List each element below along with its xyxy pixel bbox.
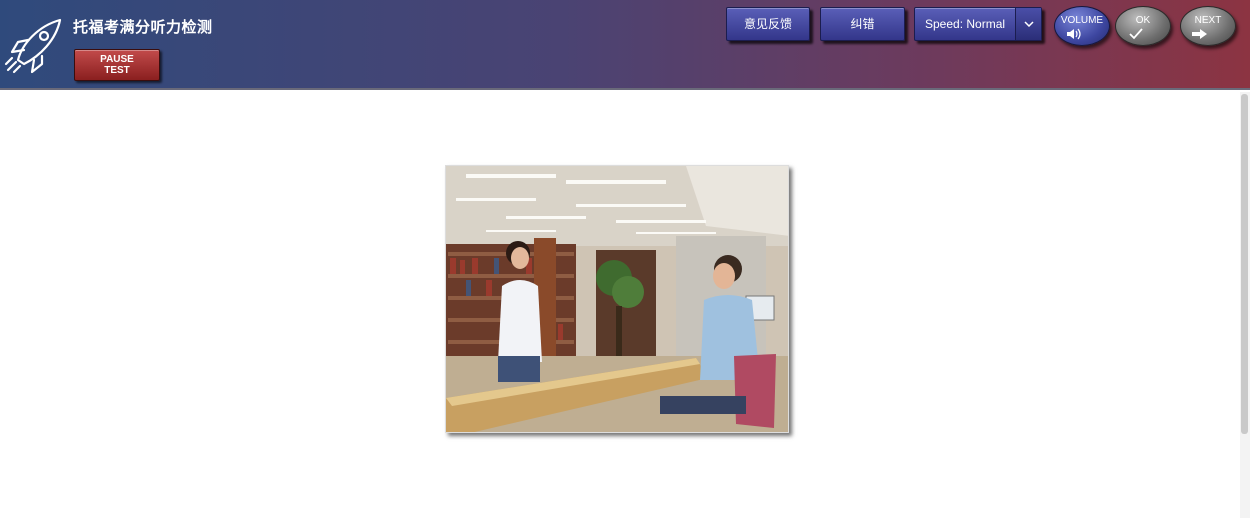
rocket-logo-icon [4,18,62,74]
pause-test-button[interactable]: PAUSE TEST [74,49,160,81]
speed-dropdown-toggle[interactable] [1015,8,1041,40]
ok-label: OK [1135,15,1151,26]
ok-button[interactable]: OK [1115,6,1171,46]
next-button[interactable]: NEXT [1180,6,1236,46]
top-toolbar: 托福考满分听力检测 PAUSE TEST 意见反馈 纠错 Speed: Norm… [0,0,1250,90]
arrow-right-icon [1192,29,1207,39]
library-conversation-photo [445,165,789,433]
volume-label: VOLUME [1060,15,1104,26]
report-error-button[interactable]: 纠错 [820,7,905,41]
speaker-icon [1067,28,1081,40]
checkmark-icon [1129,28,1143,40]
feedback-button[interactable]: 意见反馈 [726,7,810,41]
main-content [0,92,1240,518]
volume-button[interactable]: VOLUME [1054,6,1110,46]
library-photo-illustration [446,166,788,432]
speed-select-label: Speed: Normal [925,17,1006,31]
chevron-down-icon [1023,21,1034,27]
app-title: 托福考满分听力检测 [73,18,213,36]
next-label: NEXT [1194,15,1222,26]
scrollbar-thumb[interactable] [1241,94,1248,434]
speed-select[interactable]: Speed: Normal [914,7,1042,41]
vertical-scrollbar[interactable] [1240,92,1250,518]
